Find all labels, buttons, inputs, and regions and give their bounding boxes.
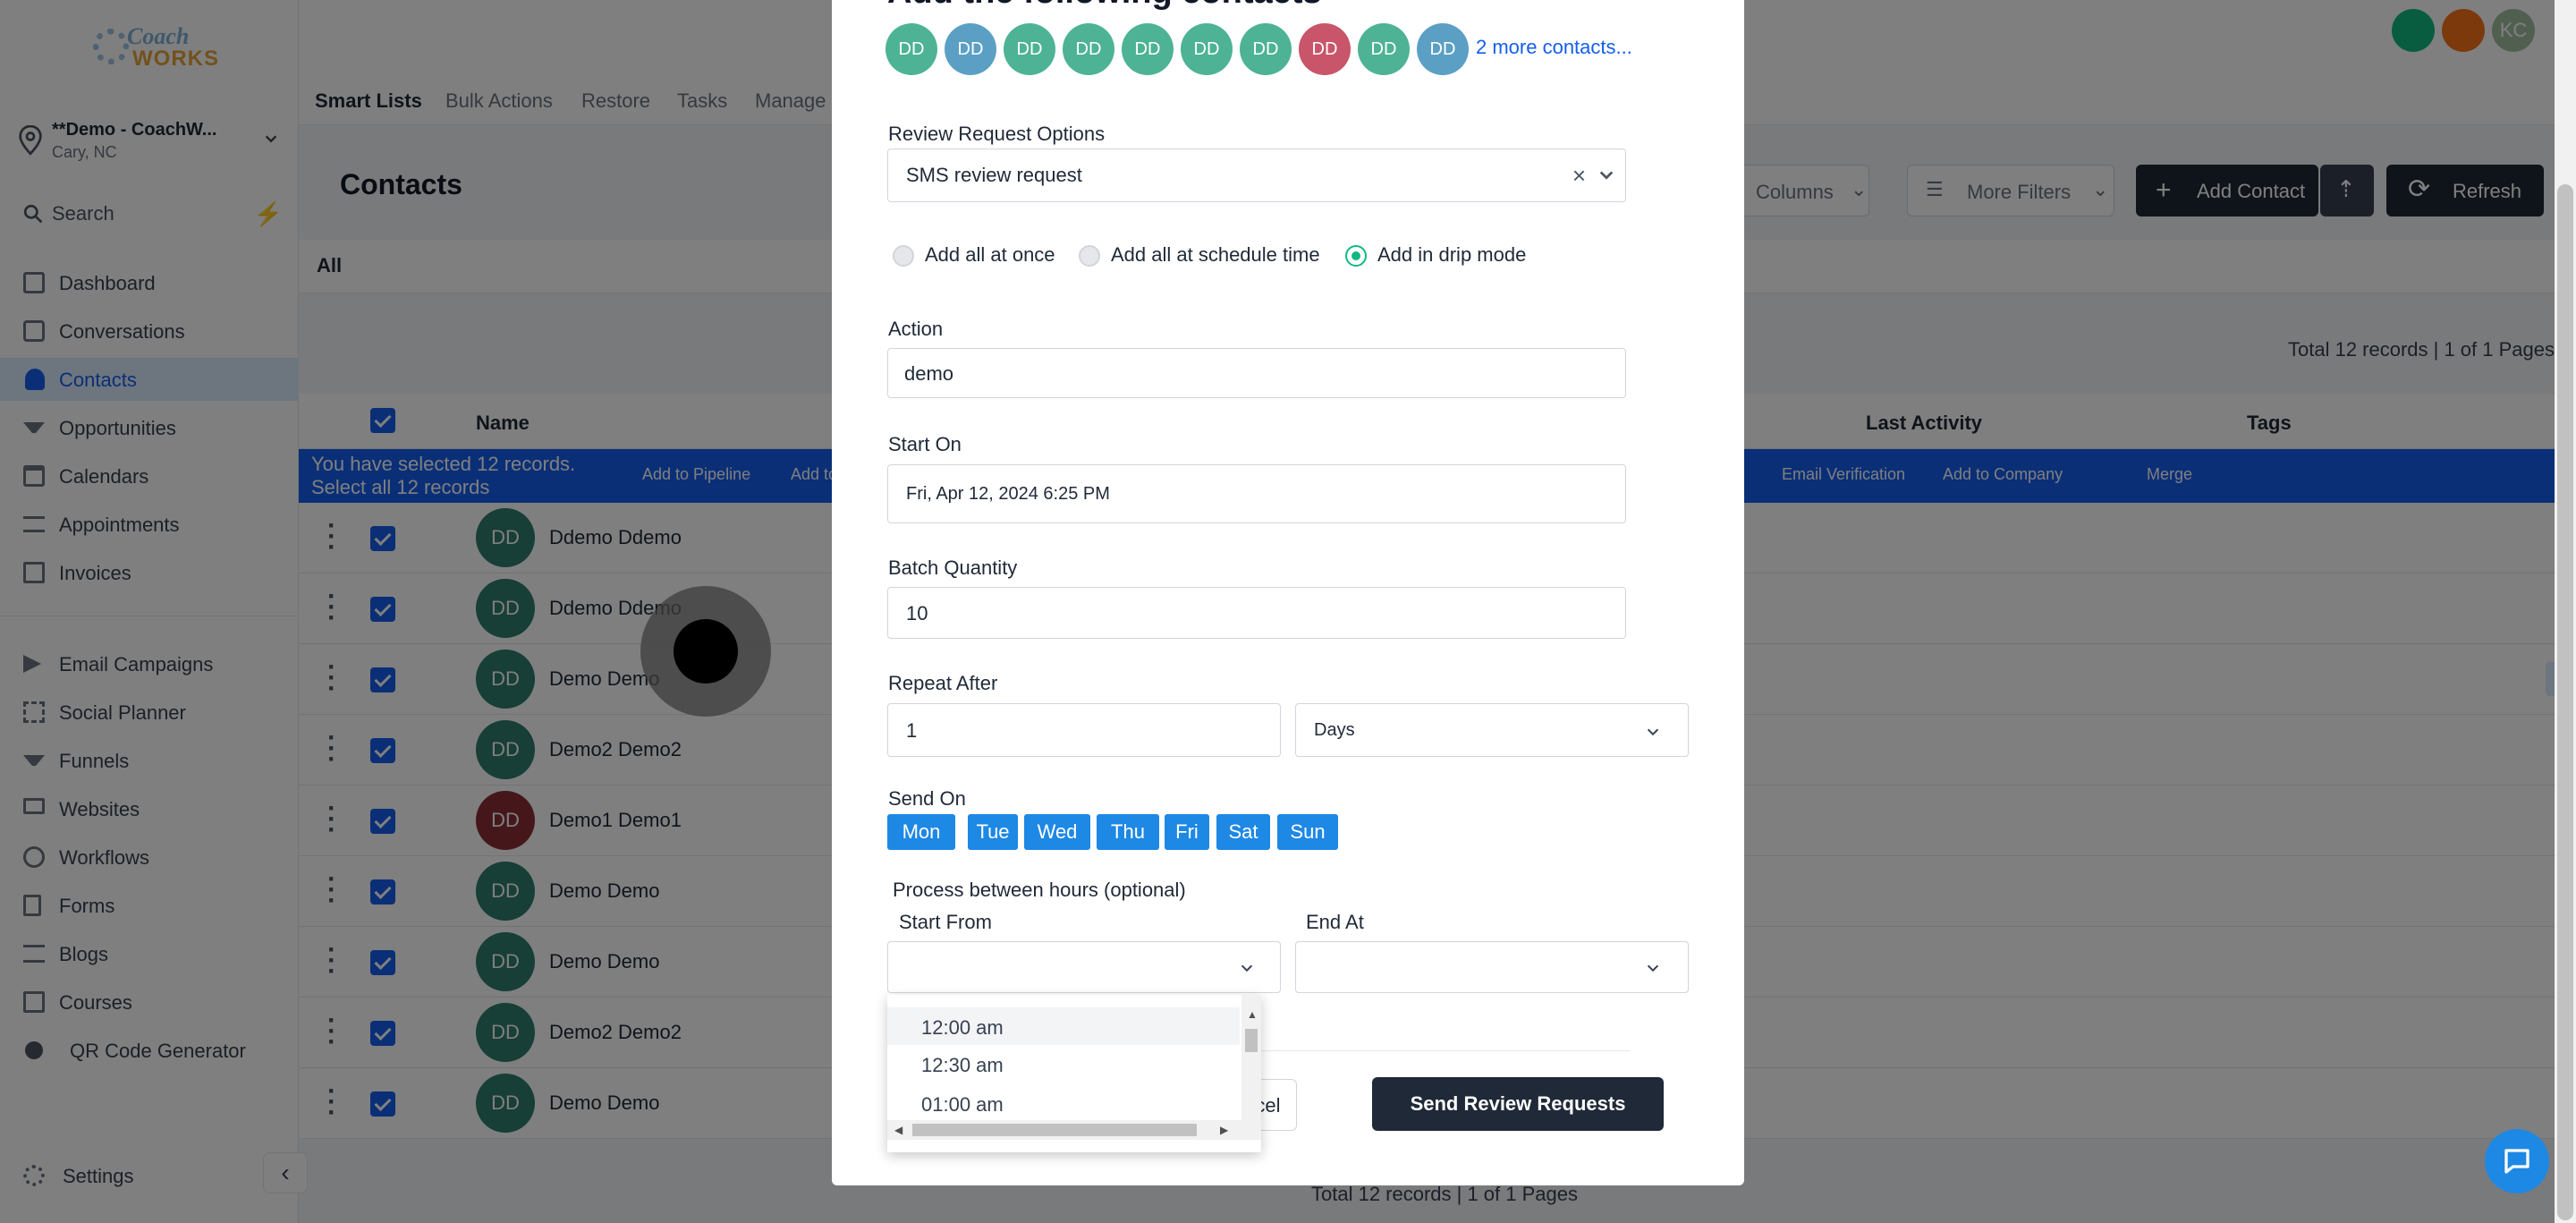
start-from-label: Start From <box>899 911 992 933</box>
review-options-label: Review Request Options <box>888 123 1106 145</box>
more-contacts-link[interactable]: 2 more contacts... <box>1476 36 1632 59</box>
radio-indicator <box>1079 245 1100 267</box>
day-toggle-sat[interactable]: Sat <box>1216 814 1270 850</box>
process-hours-label: Process between hours (optional) <box>893 879 1186 901</box>
batch-quantity-input[interactable]: 10 <box>887 587 1626 639</box>
radio-indicator <box>893 245 914 267</box>
page-scrollbar-thumb[interactable] <box>2557 184 2573 1220</box>
batch-quantity-label: Batch Quantity <box>888 556 1018 579</box>
contact-avatar-chip: DD <box>1122 23 1174 75</box>
cursor-dot <box>674 619 738 684</box>
review-options-select[interactable]: SMS review request × <box>887 149 1626 202</box>
day-toggle-fri[interactable]: Fri <box>1165 814 1209 850</box>
repeat-unit-select[interactable]: Days <box>1295 703 1689 757</box>
dropdown-hscroll-thumb[interactable] <box>912 1124 1197 1136</box>
contact-avatar-chip: DD <box>1240 23 1292 75</box>
chevron-down-icon <box>1647 964 1659 972</box>
day-toggle-sun[interactable]: Sun <box>1277 814 1338 850</box>
repeat-after-input[interactable]: 1 <box>887 703 1281 757</box>
send-review-requests-button[interactable]: Send Review Requests <box>1372 1077 1664 1131</box>
modal-title: Add the following contacts <box>887 0 1322 12</box>
chevron-down-icon <box>1647 728 1659 736</box>
repeat-after-label: Repeat After <box>888 672 998 694</box>
end-at-select[interactable] <box>1295 941 1689 993</box>
scroll-right-arrow-icon[interactable]: ▶ <box>1220 1125 1228 1135</box>
page-scrollbar[interactable] <box>2555 0 2576 1223</box>
contact-avatar-chip: DD <box>1299 23 1351 75</box>
contact-avatar-chip: DD <box>1004 23 1055 75</box>
time-option[interactable]: 12:00 am <box>887 1007 1240 1045</box>
chat-bubble-icon <box>2504 1149 2529 1174</box>
time-option[interactable]: 01:00 am <box>887 1084 1240 1122</box>
scroll-up-arrow-icon[interactable]: ▲ <box>1247 1009 1258 1020</box>
dropdown-horizontal-scrollbar[interactable]: ◀ ▶ <box>887 1120 1261 1140</box>
contact-avatar-chip: DD <box>945 23 996 75</box>
review-request-modal: Add the following contacts DDDDDDDDDDDDD… <box>832 0 1744 1185</box>
clear-icon[interactable]: × <box>1572 162 1586 190</box>
contact-avatar-chip: DD <box>1358 23 1410 75</box>
contact-avatar-chip: DD <box>1181 23 1233 75</box>
radio-indicator-selected <box>1345 245 1367 267</box>
scroll-left-arrow-icon[interactable]: ◀ <box>894 1125 902 1135</box>
radio-add-all-at-once[interactable]: Add all at once <box>893 242 1072 268</box>
start-from-select[interactable] <box>887 941 1281 993</box>
contact-avatar-chip: DD <box>1063 23 1114 75</box>
end-at-label: End At <box>1306 911 1364 933</box>
start-from-dropdown: 12:00 am 12:30 am 01:00 am ▲ ◀ ▶ <box>887 995 1261 1152</box>
chevron-down-icon <box>1241 964 1253 972</box>
send-on-label: Send On <box>888 787 966 810</box>
contact-avatar-chip: DD <box>886 23 937 75</box>
dropdown-scroll-thumb[interactable] <box>1245 1029 1258 1052</box>
day-toggle-mon[interactable]: Mon <box>887 814 955 850</box>
dropdown-vertical-scrollbar[interactable]: ▲ <box>1241 995 1261 1122</box>
start-on-label: Start On <box>888 433 962 455</box>
radio-add-all-at-schedule-time[interactable]: Add all at schedule time <box>1079 242 1329 268</box>
action-input[interactable]: demo <box>887 348 1626 398</box>
day-toggle-thu[interactable]: Thu <box>1097 814 1159 850</box>
start-on-datetime-input[interactable]: Fri, Apr 12, 2024 6:25 PM <box>887 464 1626 523</box>
day-toggle-tue[interactable]: Tue <box>968 814 1018 850</box>
time-option[interactable]: 12:30 am <box>887 1045 1240 1083</box>
day-toggle-wed[interactable]: Wed <box>1024 814 1090 850</box>
action-label: Action <box>888 318 944 340</box>
contact-avatar-chip: DD <box>1417 23 1469 75</box>
radio-add-in-drip-mode[interactable]: Add in drip mode <box>1345 242 1551 268</box>
chevron-down-icon <box>1599 171 1614 180</box>
chat-widget-button[interactable] <box>2485 1129 2549 1193</box>
